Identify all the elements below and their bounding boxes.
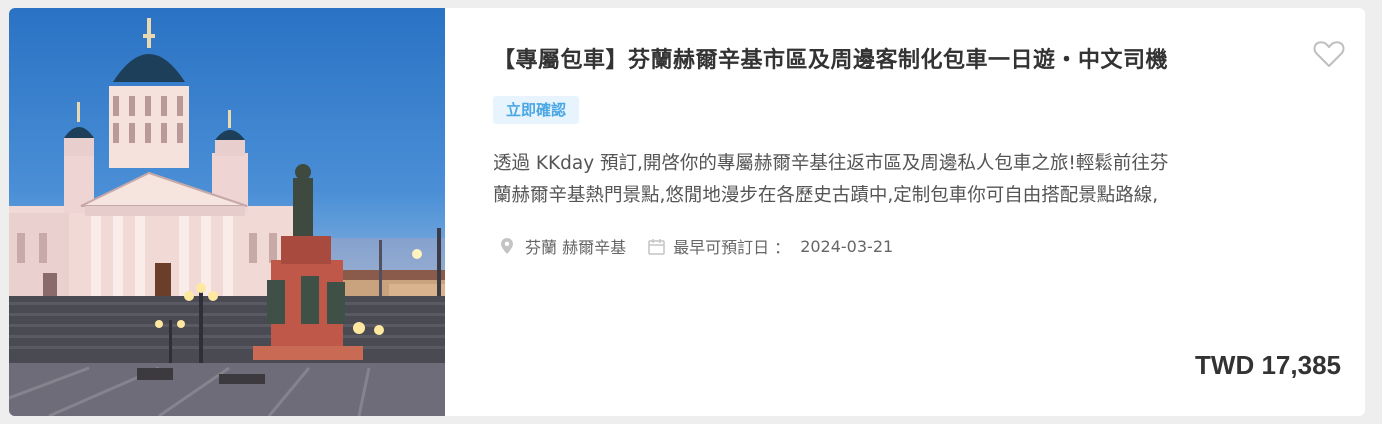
earliest-booking-label: 最早可預訂日 ： (673, 238, 791, 257)
product-description: 透過 KKday 預訂,開啓你的專屬赫爾辛基往返市區及周邊私人包車之旅!輕鬆前往… (493, 148, 1338, 212)
heart-outline-icon[interactable] (1313, 40, 1345, 68)
location-text: 芬蘭 赫爾辛基 (525, 238, 627, 257)
product-card[interactable]: 【專屬包車】芬蘭赫爾辛基市區及周邊客制化包車一日遊・中文司機 立即確認 透過 K… (9, 8, 1365, 416)
description-line-2: 蘭赫爾辛基熱門景點,悠閒地漫步在各歷史古蹟中,定制包車你可自由搭配景點路線, (493, 185, 1159, 206)
product-meta: 芬蘭 赫爾辛基 最早可預訂日 ： 2024-03-21 (501, 232, 893, 260)
product-price: TWD 17,385 (1195, 350, 1341, 380)
earliest-booking-date: 2024-03-21 (800, 236, 894, 256)
map-pin-icon (501, 238, 513, 254)
helsinki-cathedral-image (9, 18, 445, 416)
product-info: 【專屬包車】芬蘭赫爾辛基市區及周邊客制化包車一日遊・中文司機 立即確認 透過 K… (445, 8, 1365, 416)
instant-confirm-badge: 立即確認 (493, 96, 580, 124)
description-line-1: 透過 KKday 預訂,開啓你的專屬赫爾辛基往返市區及周邊私人包車之旅!輕鬆前往… (493, 153, 1169, 174)
calendar-icon (648, 238, 665, 255)
product-title[interactable]: 【專屬包車】芬蘭赫爾辛基市區及周邊客制化包車一日遊・中文司機 (493, 44, 1293, 78)
product-photo[interactable] (9, 8, 445, 416)
